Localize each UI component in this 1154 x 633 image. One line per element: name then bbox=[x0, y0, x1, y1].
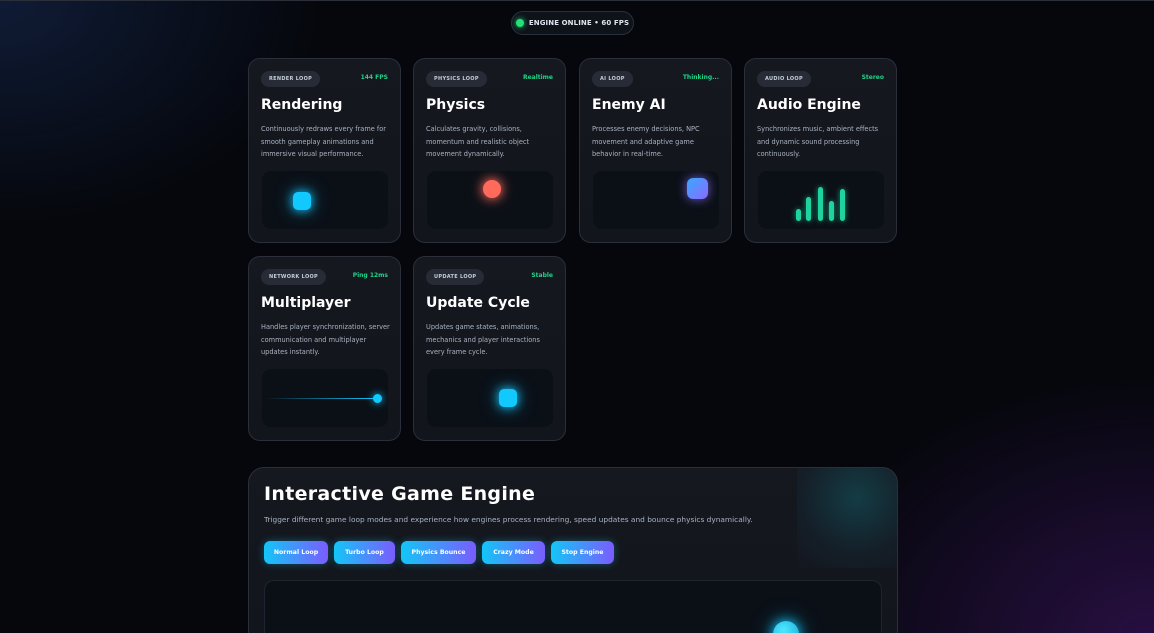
bouncing-ball-icon bbox=[773, 621, 799, 633]
top-divider bbox=[0, 0, 1154, 1]
glowing-square-icon bbox=[499, 389, 517, 407]
card-title: Audio Engine bbox=[757, 97, 861, 113]
card-metric: Ping 12ms bbox=[352, 272, 388, 279]
card-tag: AUDIO LOOP bbox=[757, 71, 811, 87]
card-metric: Realtime bbox=[522, 74, 553, 81]
card-title: Rendering bbox=[261, 97, 343, 113]
card-tag: AI LOOP bbox=[592, 71, 633, 87]
interactive-engine-panel: Interactive Game Engine Trigger differen… bbox=[248, 467, 898, 633]
equalizer-bar-icon bbox=[796, 209, 801, 221]
equalizer-bar-icon bbox=[840, 189, 845, 221]
card-rendering[interactable]: RENDER LOOP 144 FPS Rendering Continuous… bbox=[248, 58, 401, 243]
corner-glow bbox=[797, 468, 897, 568]
card-description: Continuously redraws every frame for smo… bbox=[261, 125, 386, 158]
glowing-ball-icon bbox=[483, 180, 501, 198]
glowing-square-icon bbox=[293, 192, 311, 210]
engine-status-badge: ENGINE ONLINE • 60 FPS bbox=[511, 11, 634, 35]
card-metric: Stable bbox=[531, 272, 553, 279]
engine-subtitle: Trigger different game loop modes and ex… bbox=[264, 515, 753, 524]
audio-preview bbox=[758, 171, 884, 229]
status-online-dot-icon bbox=[515, 19, 524, 27]
equalizer-bar-icon bbox=[829, 201, 834, 221]
card-multiplayer[interactable]: NETWORK LOOP Ping 12ms Multiplayer Handl… bbox=[248, 256, 401, 441]
card-physics[interactable]: PHYSICS LOOP Realtime Physics Calculates… bbox=[413, 58, 566, 243]
card-tag: RENDER LOOP bbox=[261, 71, 321, 87]
card-title: Enemy AI bbox=[592, 97, 666, 113]
ai-preview bbox=[593, 171, 719, 229]
network-preview bbox=[262, 369, 388, 427]
card-tag: PHYSICS LOOP bbox=[426, 71, 487, 87]
rendering-preview bbox=[262, 171, 388, 229]
card-metric: Stereo bbox=[861, 74, 884, 81]
card-description: Processes enemy decisions, NPC movement … bbox=[592, 125, 700, 158]
card-title: Physics bbox=[426, 97, 486, 113]
card-description: Updates game states, animations, mechani… bbox=[426, 323, 540, 356]
crazy-mode-button[interactable]: Crazy Mode bbox=[482, 541, 545, 564]
equalizer-bar-icon bbox=[806, 197, 811, 221]
engine-status-text: ENGINE ONLINE • 60 FPS bbox=[528, 19, 630, 27]
gradient-square-icon bbox=[687, 178, 708, 199]
engine-stage[interactable] bbox=[264, 580, 882, 633]
card-metric: Thinking... bbox=[682, 74, 719, 81]
turbo-loop-button[interactable]: Turbo Loop bbox=[334, 541, 395, 564]
equalizer-bar-icon bbox=[818, 187, 823, 221]
network-line-icon bbox=[265, 398, 377, 399]
stop-engine-button[interactable]: Stop Engine bbox=[551, 541, 614, 564]
card-description: Handles player synchronization, server c… bbox=[261, 323, 390, 356]
card-metric: 144 FPS bbox=[360, 74, 388, 81]
card-enemy-ai[interactable]: AI LOOP Thinking... Enemy AI Processes e… bbox=[579, 58, 732, 243]
network-dot-icon bbox=[373, 394, 382, 403]
normal-loop-button[interactable]: Normal Loop bbox=[264, 541, 328, 564]
card-audio-engine[interactable]: AUDIO LOOP Stereo Audio Engine Synchroni… bbox=[744, 58, 897, 243]
update-preview bbox=[427, 369, 553, 427]
engine-mode-buttons: Normal Loop Turbo Loop Physics Bounce Cr… bbox=[264, 541, 614, 564]
card-update-cycle[interactable]: UPDATE LOOP Stable Update Cycle Updates … bbox=[413, 256, 566, 441]
engine-title: Interactive Game Engine bbox=[264, 483, 536, 505]
card-tag: NETWORK LOOP bbox=[261, 269, 327, 285]
card-description: Synchronizes music, ambient effects and … bbox=[757, 125, 879, 158]
card-tag: UPDATE LOOP bbox=[426, 269, 485, 285]
card-title: Update Cycle bbox=[426, 295, 530, 311]
physics-bounce-button[interactable]: Physics Bounce bbox=[401, 541, 476, 564]
card-description: Calculates gravity, collisions, momentum… bbox=[426, 125, 530, 158]
card-title: Multiplayer bbox=[261, 295, 351, 311]
physics-preview bbox=[427, 171, 553, 229]
